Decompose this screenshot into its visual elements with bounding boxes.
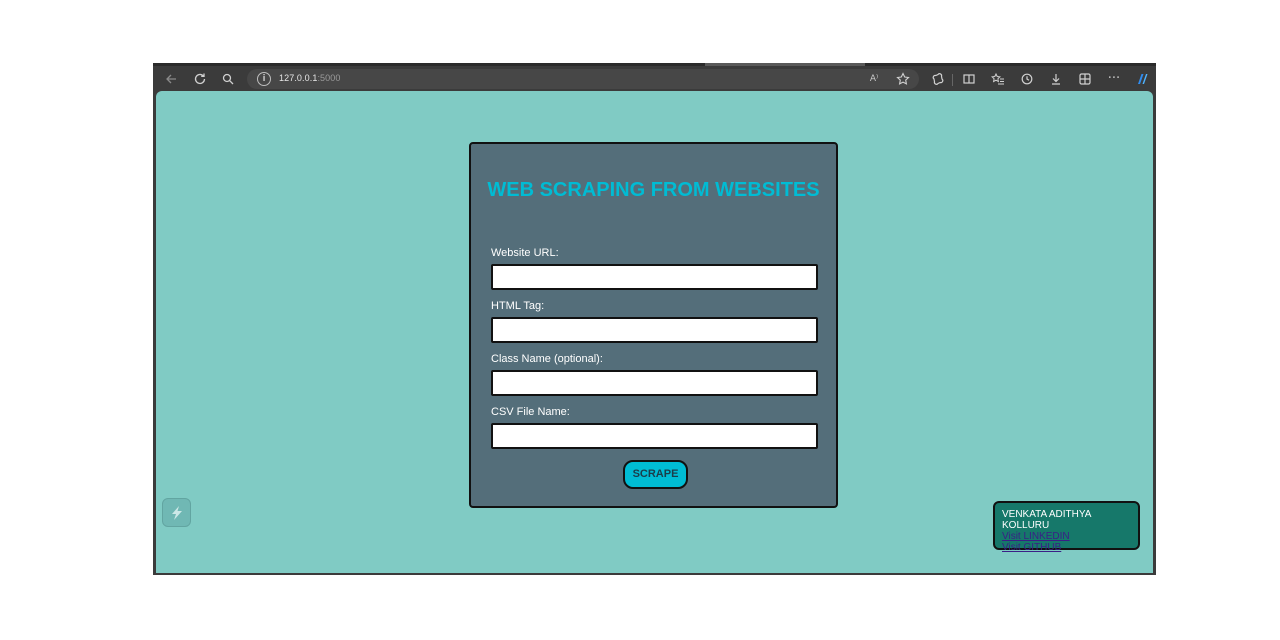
- back-arrow-icon[interactable]: [162, 70, 180, 88]
- extension-button[interactable]: [162, 498, 191, 527]
- info-icon[interactable]: i: [257, 72, 271, 86]
- html-tag-input[interactable]: [491, 317, 818, 343]
- page-viewport: WEB SCRAPING FROM WEBSITES Website URL: …: [156, 91, 1153, 573]
- author-name: VENKATA ADITHYA KOLLURU: [1002, 509, 1091, 531]
- refresh-icon[interactable]: [191, 70, 209, 88]
- browser-toolbar: i 127.0.0.1:5000 A⁾ ···: [153, 66, 1156, 91]
- browser-window: i 127.0.0.1:5000 A⁾ ··· WEB SCRAPING FRO…: [153, 63, 1156, 575]
- extensions-icon[interactable]: [929, 70, 947, 88]
- split-screen-icon[interactable]: [960, 70, 978, 88]
- address-url[interactable]: 127.0.0.1:5000: [279, 73, 340, 83]
- toolbar-divider: [952, 74, 953, 86]
- copilot-icon[interactable]: [1133, 70, 1151, 88]
- website-url-label: Website URL:: [491, 247, 559, 259]
- page-title: WEB SCRAPING FROM WEBSITES: [487, 179, 820, 201]
- scrape-form-card: WEB SCRAPING FROM WEBSITES Website URL: …: [469, 142, 838, 508]
- read-aloud-icon[interactable]: A⁾: [865, 70, 883, 88]
- downloads-icon[interactable]: [1047, 70, 1065, 88]
- lightning-icon: [172, 506, 182, 520]
- author-footer: VENKATA ADITHYA KOLLURU Visit LINKEDIN V…: [993, 501, 1140, 553]
- search-icon[interactable]: [219, 70, 237, 88]
- csv-file-name-label: CSV File Name:: [491, 406, 570, 418]
- github-link[interactable]: Visit GITHUB: [1002, 542, 1138, 553]
- favorite-star-icon[interactable]: [894, 70, 912, 88]
- history-icon[interactable]: [1018, 70, 1036, 88]
- class-name-input[interactable]: [491, 370, 818, 396]
- csv-file-name-input[interactable]: [491, 423, 818, 449]
- favorites-icon[interactable]: [989, 70, 1007, 88]
- scrape-button[interactable]: SCRAPE: [623, 460, 688, 489]
- class-name-label: Class Name (optional):: [491, 353, 603, 365]
- linkedin-link[interactable]: Visit LINKEDIN: [1002, 531, 1138, 542]
- more-icon[interactable]: ···: [1105, 70, 1123, 88]
- address-bar[interactable]: i 127.0.0.1:5000 A⁾: [247, 69, 919, 89]
- website-url-input[interactable]: [491, 264, 818, 290]
- collections-icon[interactable]: [1076, 70, 1094, 88]
- html-tag-label: HTML Tag:: [491, 300, 545, 312]
